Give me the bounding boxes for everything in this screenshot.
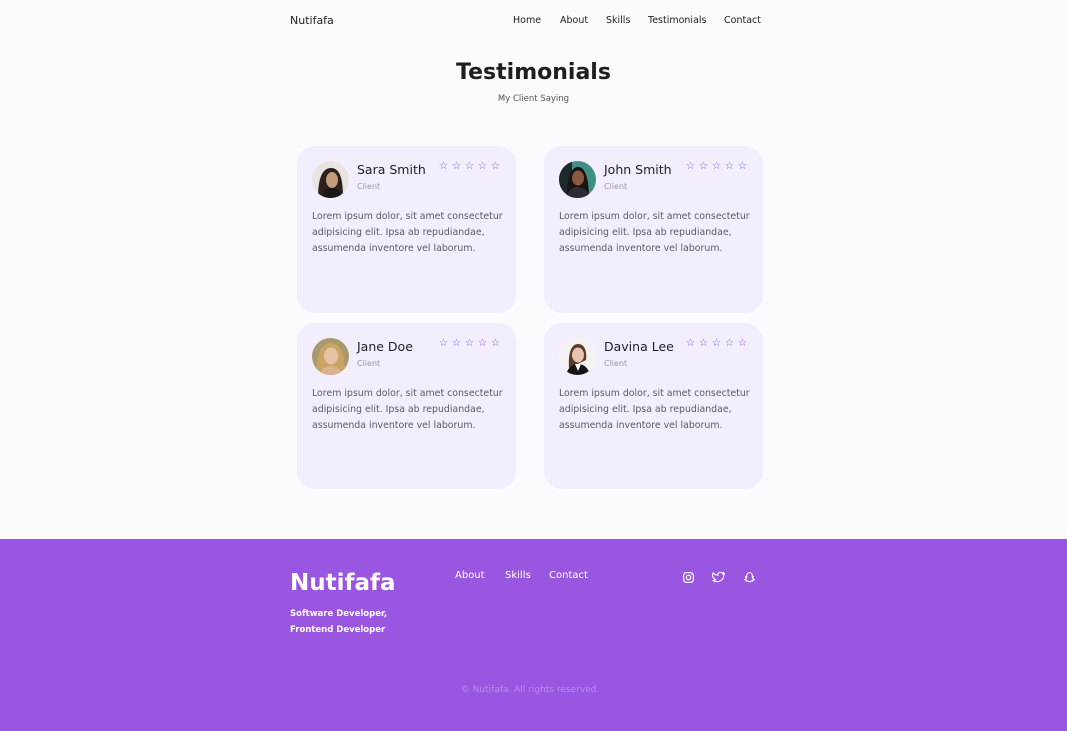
avatar bbox=[312, 161, 349, 198]
copyright-text: © Nutifafa. All rights reserved. bbox=[460, 685, 600, 695]
client-role: Client bbox=[357, 182, 381, 191]
star-icon: ☆ bbox=[464, 160, 475, 172]
star-icon: ☆ bbox=[451, 337, 462, 349]
client-name: Jane Doe bbox=[357, 339, 413, 354]
star-icon: ☆ bbox=[724, 160, 735, 172]
client-name: Davina Lee bbox=[604, 339, 674, 354]
twitter-icon[interactable] bbox=[712, 571, 725, 584]
section-title: Testimonials bbox=[456, 60, 611, 85]
star-icon: ☆ bbox=[451, 160, 462, 172]
testimonial-text: Lorem ipsum dolor, sit amet consectetur … bbox=[559, 211, 750, 254]
star-rating: ☆ ☆ ☆ ☆ ☆ bbox=[685, 338, 748, 349]
star-icon: ☆ bbox=[490, 160, 501, 172]
site-header: Nutifafa Home About Skills Testimonials … bbox=[0, 0, 1067, 42]
section-subtitle: My Client Saying bbox=[497, 94, 570, 104]
testimonial-text: Lorem ipsum dolor, sit amet consectetur … bbox=[312, 388, 503, 431]
avatar bbox=[312, 338, 349, 375]
footer-link-contact[interactable]: Contact bbox=[549, 570, 588, 581]
star-icon: ☆ bbox=[698, 160, 709, 172]
testimonial-card: John Smith Client ☆ ☆ ☆ ☆ ☆ Lorem ipsum … bbox=[544, 146, 763, 313]
avatar bbox=[559, 338, 596, 375]
star-icon: ☆ bbox=[477, 337, 488, 349]
nav-link-about[interactable]: About bbox=[560, 15, 588, 26]
star-icon: ☆ bbox=[698, 337, 709, 349]
instagram-icon[interactable] bbox=[682, 571, 695, 584]
star-icon: ☆ bbox=[685, 160, 696, 172]
client-name: John Smith bbox=[604, 162, 672, 177]
footer-description: Software Developer, Frontend Developer bbox=[290, 609, 388, 635]
nav-link-contact[interactable]: Contact bbox=[724, 15, 761, 26]
star-icon: ☆ bbox=[685, 337, 696, 349]
site-footer: Nutifafa Software Developer, Frontend De… bbox=[0, 539, 1067, 731]
avatar bbox=[559, 161, 596, 198]
testimonial-card: Jane Doe Client ☆ ☆ ☆ ☆ ☆ Lorem ipsum do… bbox=[297, 323, 516, 489]
nav-link-home[interactable]: Home bbox=[513, 15, 541, 26]
testimonial-text: Lorem ipsum dolor, sit amet consectetur … bbox=[559, 388, 750, 431]
footer-link-about[interactable]: About bbox=[455, 570, 485, 581]
testimonial-card: Sara Smith Client ☆ ☆ ☆ ☆ ☆ Lorem ipsum … bbox=[297, 146, 516, 313]
snapchat-icon[interactable] bbox=[743, 571, 756, 584]
client-role: Client bbox=[604, 359, 628, 368]
nav-link-skills[interactable]: Skills bbox=[606, 15, 630, 26]
nav-link-testimonials[interactable]: Testimonials bbox=[648, 15, 706, 26]
star-icon: ☆ bbox=[737, 160, 748, 172]
star-icon: ☆ bbox=[711, 160, 722, 172]
star-icon: ☆ bbox=[711, 337, 722, 349]
client-role: Client bbox=[357, 359, 381, 368]
star-icon: ☆ bbox=[464, 337, 475, 349]
star-rating: ☆ ☆ ☆ ☆ ☆ bbox=[438, 338, 501, 349]
footer-brand[interactable]: Nutifafa bbox=[290, 570, 396, 596]
testimonial-text: Lorem ipsum dolor, sit amet consectetur … bbox=[312, 211, 503, 254]
star-rating: ☆ ☆ ☆ ☆ ☆ bbox=[685, 161, 748, 172]
client-role: Client bbox=[604, 182, 628, 191]
star-icon: ☆ bbox=[490, 337, 501, 349]
client-name: Sara Smith bbox=[357, 162, 426, 177]
star-icon: ☆ bbox=[737, 337, 748, 349]
brand-logo[interactable]: Nutifafa bbox=[290, 14, 334, 27]
star-icon: ☆ bbox=[438, 160, 449, 172]
star-icon: ☆ bbox=[438, 337, 449, 349]
footer-link-skills[interactable]: Skills bbox=[505, 570, 531, 581]
star-icon: ☆ bbox=[724, 337, 735, 349]
testimonial-card: Davina Lee Client ☆ ☆ ☆ ☆ ☆ Lorem ipsum … bbox=[544, 323, 763, 489]
star-rating: ☆ ☆ ☆ ☆ ☆ bbox=[438, 161, 501, 172]
star-icon: ☆ bbox=[477, 160, 488, 172]
